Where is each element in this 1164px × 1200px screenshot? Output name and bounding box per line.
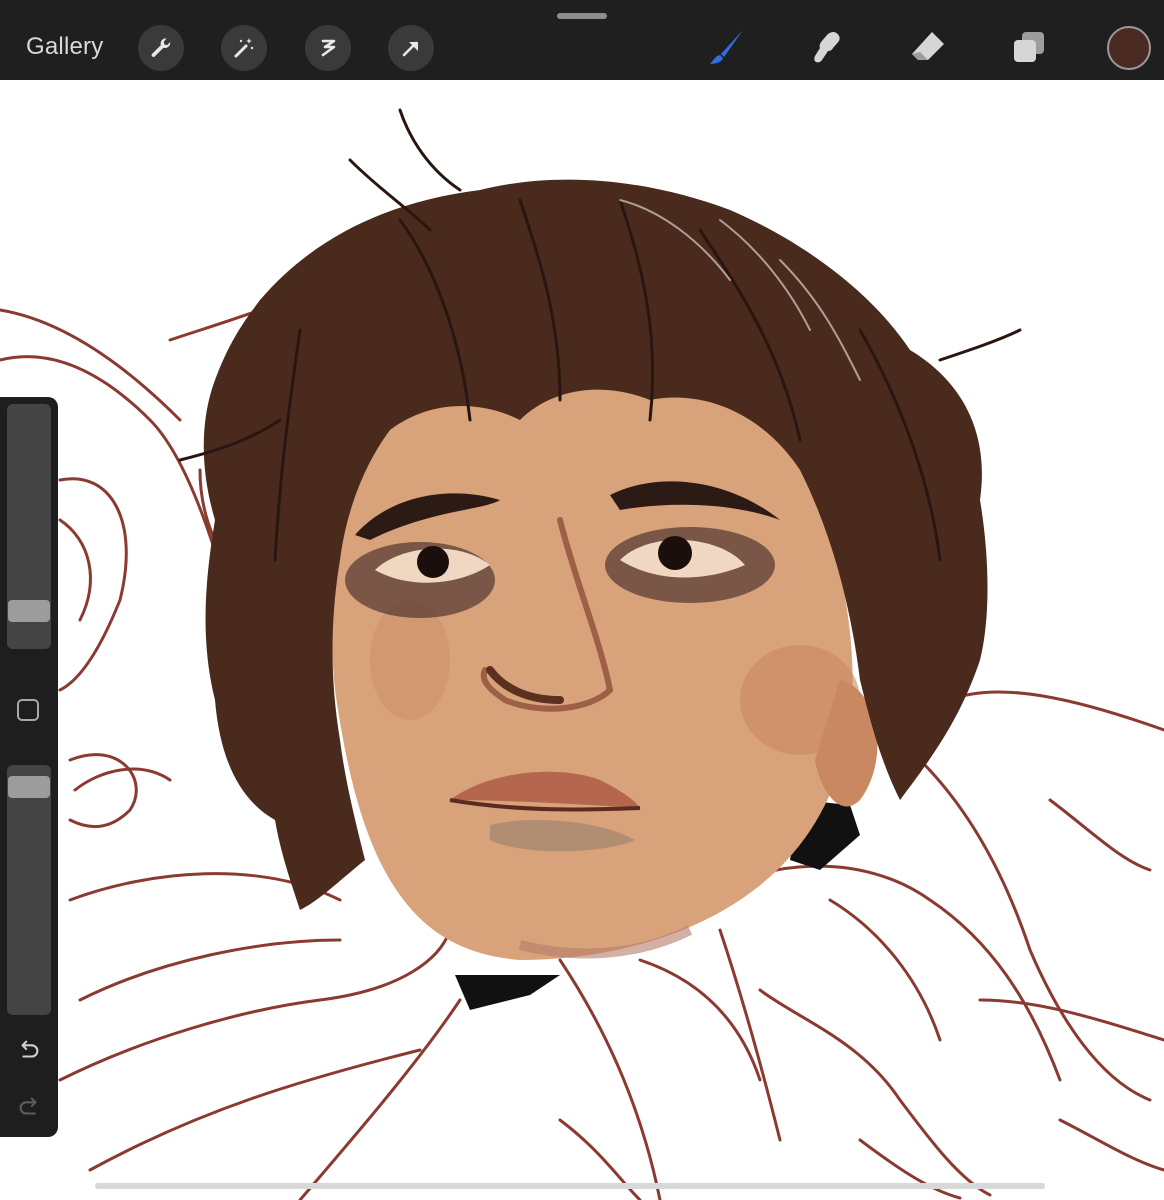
smudge-icon: [814, 32, 840, 63]
brush-icon: [710, 30, 743, 64]
layers-button[interactable]: [1003, 22, 1055, 74]
selection-button[interactable]: [305, 25, 351, 71]
transform-button[interactable]: [388, 25, 434, 71]
adjustments-button[interactable]: [221, 25, 267, 71]
undo-button[interactable]: [14, 1035, 44, 1065]
brush-size-thumb[interactable]: [8, 600, 50, 623]
actions-button[interactable]: [138, 25, 184, 71]
opacity-slider[interactable]: [7, 765, 51, 1015]
smudge-tool-button[interactable]: [800, 22, 852, 74]
redo-icon: [19, 1097, 37, 1115]
eraser-tool-button[interactable]: [902, 22, 954, 74]
top-grabber-handle[interactable]: [557, 13, 607, 19]
artwork-portrait: [0, 108, 1164, 1200]
modifier-square-icon[interactable]: [17, 699, 39, 721]
layers-icon: [1014, 32, 1044, 62]
home-indicator: [95, 1183, 1045, 1189]
opacity-thumb[interactable]: [8, 776, 50, 799]
left-sidebar: [0, 397, 58, 1137]
eraser-icon: [912, 32, 944, 60]
magic-wand-icon: [234, 38, 254, 58]
wrench-icon: [151, 38, 171, 57]
undo-icon: [21, 1040, 39, 1058]
transform-arrow-icon: [402, 41, 418, 57]
brush-tool-button[interactable]: [701, 22, 753, 74]
redo-button[interactable]: [14, 1092, 44, 1122]
color-swatch-button[interactable]: [1107, 26, 1151, 70]
drawing-canvas[interactable]: [0, 80, 1164, 1200]
gallery-button[interactable]: Gallery: [26, 33, 103, 61]
selection-icon: [321, 39, 336, 57]
top-toolbar: Gallery: [0, 0, 1164, 80]
